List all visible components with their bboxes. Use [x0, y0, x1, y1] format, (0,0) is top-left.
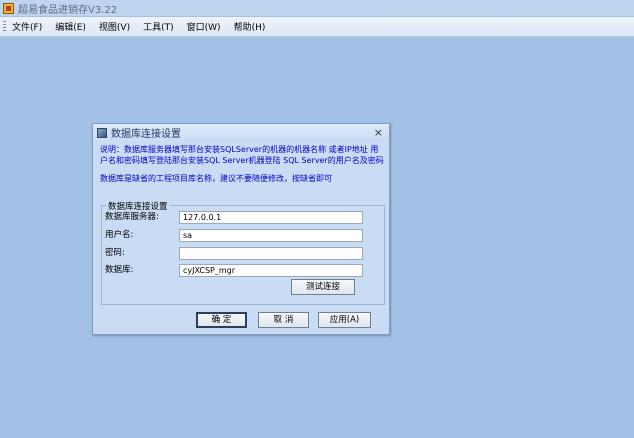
cancel-button[interactable]: 取 消	[258, 312, 309, 328]
password-label: 密码:	[105, 248, 125, 258]
test-connection-button[interactable]: 测试连接	[291, 279, 355, 295]
menu-view[interactable]: 视图(V)	[99, 20, 130, 33]
close-icon[interactable]: ×	[374, 126, 383, 139]
connection-settings-group: 数据库连接设置 数据库服务器: 用户名: 密码: 数据库: 测试连接	[101, 200, 385, 305]
database-label: 数据库:	[105, 265, 134, 275]
server-label: 数据库服务器:	[105, 212, 159, 222]
menu-tools[interactable]: 工具(T)	[143, 20, 174, 33]
apply-button[interactable]: 应用(A)	[318, 312, 371, 328]
server-input[interactable]	[179, 211, 363, 224]
dialog-note: 数据库是缺省的工程项目库名称，建议不要随便修改，按缺省即可	[100, 174, 332, 183]
menu-help[interactable]: 帮助(H)	[234, 20, 266, 33]
menu-window[interactable]: 窗口(W)	[187, 20, 221, 33]
menu-bar: 文件(F) 编辑(E) 视图(V) 工具(T) 窗口(W) 帮助(H)	[0, 17, 634, 37]
dialog-description: 说明：数据库服务器填写那台安装SQLServer的机器的机器名称 或者IP地址 …	[100, 145, 384, 165]
menu-edit[interactable]: 编辑(E)	[55, 20, 86, 33]
database-input[interactable]	[179, 264, 363, 277]
window-title: 超易食品进销存V3.22	[18, 4, 118, 16]
dialog-title-bar: 数据库连接设置 ×	[93, 124, 389, 141]
user-input[interactable]	[179, 229, 363, 242]
title-bar: 超易食品进销存V3.22	[0, 0, 634, 16]
app-icon	[3, 2, 14, 14]
password-input[interactable]	[179, 247, 363, 260]
dialog-title: 数据库连接设置	[111, 129, 181, 140]
menu-file[interactable]: 文件(F)	[12, 20, 42, 33]
database-icon	[97, 127, 107, 138]
menu-grip-icon	[3, 21, 6, 32]
user-label: 用户名:	[105, 230, 134, 240]
ok-button[interactable]: 确 定	[196, 312, 247, 328]
db-connection-dialog: 数据库连接设置 × 说明：数据库服务器填写那台安装SQLServer的机器的机器…	[92, 123, 390, 335]
